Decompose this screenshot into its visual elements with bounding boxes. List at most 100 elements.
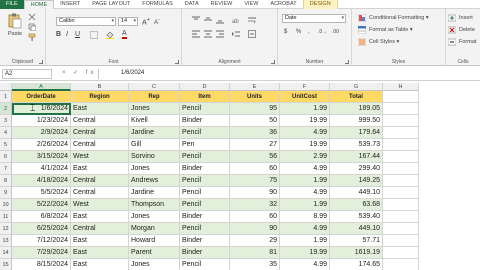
row-header[interactable]: 7 xyxy=(0,163,12,175)
cell-region[interactable]: East xyxy=(71,259,129,270)
row-header[interactable]: 1 xyxy=(0,91,12,103)
column-title-unit-cost[interactable]: UnitCost xyxy=(280,91,330,103)
empty-cell[interactable] xyxy=(383,223,419,235)
align-left-icon[interactable] xyxy=(192,30,200,38)
cell-order-date[interactable]: 3/15/2024 xyxy=(12,151,71,163)
cell-units[interactable]: 81 xyxy=(230,247,280,259)
percent-button[interactable]: % xyxy=(296,29,301,35)
tab-acrobat[interactable]: ACROBAT xyxy=(264,0,302,9)
cell-item[interactable]: Pencil xyxy=(180,187,230,199)
font-color-button[interactable]: A xyxy=(122,30,127,39)
column-header-e[interactable]: E xyxy=(230,83,280,91)
format-as-table-button[interactable]: Format as Table ▾ xyxy=(369,27,413,33)
cell-unit-cost[interactable]: 4.99 xyxy=(280,187,330,199)
cell-unit-cost[interactable]: 2.99 xyxy=(280,151,330,163)
decrease-decimal-button[interactable]: .00 xyxy=(332,29,339,35)
cell-item[interactable]: Pencil xyxy=(180,259,230,270)
cell-rep[interactable]: Jones xyxy=(129,211,180,223)
column-title-region[interactable]: Region xyxy=(71,91,129,103)
tab-insert[interactable]: INSERT xyxy=(54,0,86,9)
number-launcher-icon[interactable] xyxy=(345,60,349,64)
font-size-select[interactable]: 14 ▾ xyxy=(118,17,138,26)
cell-units[interactable]: 36 xyxy=(230,127,280,139)
indent-icon[interactable] xyxy=(232,30,240,38)
number-format-select[interactable]: Date ▾ xyxy=(282,14,346,23)
align-right-icon[interactable] xyxy=(216,30,224,38)
cell-item[interactable]: Binder xyxy=(180,247,230,259)
cut-icon[interactable] xyxy=(28,13,36,21)
cell-unit-cost[interactable]: 8.99 xyxy=(280,211,330,223)
row-header[interactable]: 4 xyxy=(0,127,12,139)
empty-cell[interactable] xyxy=(383,199,419,211)
align-bottom-icon[interactable] xyxy=(216,16,224,24)
format-painter-icon[interactable] xyxy=(28,33,36,41)
currency-button[interactable]: $ xyxy=(284,29,287,35)
cell-unit-cost[interactable]: 19.99 xyxy=(280,139,330,151)
cell-order-date[interactable]: 2/9/2024 xyxy=(12,127,71,139)
column-header-h[interactable]: H xyxy=(383,83,419,91)
cell-rep[interactable]: Andrews xyxy=(129,175,180,187)
cell-rep[interactable]: Kivell xyxy=(129,115,180,127)
tab-home[interactable]: HOME xyxy=(23,0,55,9)
bold-button[interactable]: B xyxy=(56,31,61,38)
grow-font-button[interactable]: A+ xyxy=(142,17,150,26)
cell-total[interactable]: 189.05 xyxy=(330,103,383,115)
align-top-icon[interactable] xyxy=(192,16,200,24)
column-header-b[interactable]: B xyxy=(71,83,129,91)
tab-view[interactable]: VIEW xyxy=(238,0,264,9)
cell-total[interactable]: 167.44 xyxy=(330,151,383,163)
cell-unit-cost[interactable]: 1.99 xyxy=(280,235,330,247)
empty-cell[interactable] xyxy=(383,163,419,175)
merge-center-icon[interactable] xyxy=(248,30,256,38)
formula-input[interactable]: 1/6/2024 xyxy=(98,69,478,79)
empty-cell[interactable] xyxy=(383,139,419,151)
orientation-icon[interactable]: ab xyxy=(232,16,240,25)
align-middle-icon[interactable] xyxy=(204,16,212,24)
row-header[interactable]: 10 xyxy=(0,199,12,211)
empty-cell[interactable] xyxy=(383,115,419,127)
cell-order-date[interactable]: 6/8/2024 xyxy=(12,211,71,223)
cell-total[interactable]: 299.40 xyxy=(330,163,383,175)
cell-rep[interactable]: Sorvino xyxy=(129,151,180,163)
cell-unit-cost[interactable]: 4.99 xyxy=(280,163,330,175)
cell-units[interactable]: 95 xyxy=(230,103,280,115)
cell-total[interactable]: 539.40 xyxy=(330,211,383,223)
cell-region[interactable]: East xyxy=(71,235,129,247)
cell-unit-cost[interactable]: 4.99 xyxy=(280,259,330,270)
row-header[interactable]: 12 xyxy=(0,223,12,235)
cell-item[interactable]: Pencil xyxy=(180,151,230,163)
format-button[interactable]: Format xyxy=(459,39,476,45)
empty-cell[interactable] xyxy=(383,103,419,115)
align-center-icon[interactable] xyxy=(204,30,212,38)
row-header[interactable]: 15 xyxy=(0,259,12,270)
column-title-order-date[interactable]: OrderDate xyxy=(12,91,71,103)
cell-units[interactable]: 60 xyxy=(230,211,280,223)
delete-button[interactable]: Delete xyxy=(459,27,475,33)
cell-unit-cost[interactable]: 4.99 xyxy=(280,223,330,235)
insert-button[interactable]: Insert xyxy=(459,15,473,21)
cell-units[interactable]: 56 xyxy=(230,151,280,163)
cell-total[interactable]: 1619.19 xyxy=(330,247,383,259)
cell-region[interactable]: Central xyxy=(71,187,129,199)
column-header-c[interactable]: C xyxy=(129,83,180,91)
cell-rep[interactable]: Jones xyxy=(129,103,180,115)
cell-rep[interactable]: Jones xyxy=(129,259,180,270)
cell-order-date[interactable]: 1/6/2024 xyxy=(12,103,71,115)
row-header[interactable]: 6 xyxy=(0,151,12,163)
cell-total[interactable]: 149.25 xyxy=(330,175,383,187)
cell-total[interactable]: 63.68 xyxy=(330,199,383,211)
cell-unit-cost[interactable]: 4.99 xyxy=(280,127,330,139)
cell-item[interactable]: Pencil xyxy=(180,103,230,115)
cell-order-date[interactable]: 5/5/2024 xyxy=(12,187,71,199)
cell-order-date[interactable]: 7/29/2024 xyxy=(12,247,71,259)
cell-region[interactable]: Central xyxy=(71,223,129,235)
cell-units[interactable]: 27 xyxy=(230,139,280,151)
cell-units[interactable]: 35 xyxy=(230,259,280,270)
cell-item[interactable]: Pencil xyxy=(180,223,230,235)
cell-region[interactable]: Central xyxy=(71,139,129,151)
cell-order-date[interactable]: 2/26/2024 xyxy=(12,139,71,151)
row-header[interactable]: 11 xyxy=(0,211,12,223)
increase-decimal-button[interactable]: .0→ xyxy=(318,29,327,35)
column-header-d[interactable]: D xyxy=(180,83,230,91)
font-name-select[interactable]: Calibri ▾ xyxy=(56,17,116,26)
